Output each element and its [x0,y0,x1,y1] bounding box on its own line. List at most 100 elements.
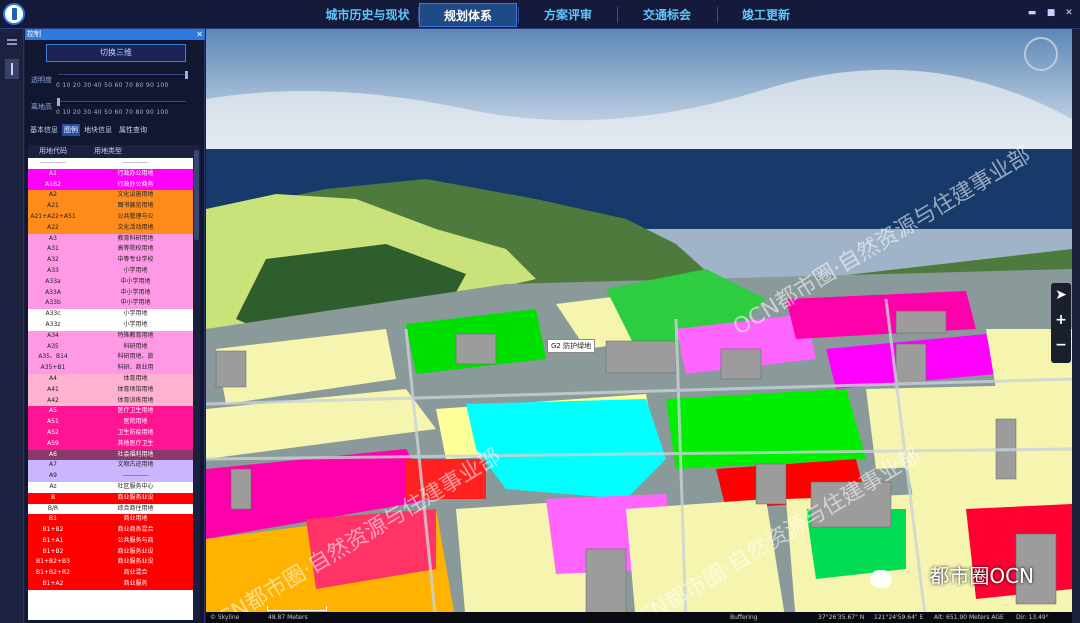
legend-row: B 商业服务业设 [28,492,193,504]
legend-type: 商业服务 [123,580,148,588]
height-slider-handle[interactable] [57,98,60,106]
legend-scroll-thumb[interactable] [194,150,199,240]
opacity-slider[interactable] [58,71,188,79]
legend-row: A6 社会福利用地 [28,449,193,461]
legend-type: 商业用地 [123,515,148,523]
legend-code: A2 [49,191,57,199]
map-parcel-label[interactable]: G2 防护绿地 [547,339,596,353]
legend-type: 商业服务业设 [117,558,154,566]
legend-scrollbar[interactable] [193,145,200,620]
legend-type: 社区服务中心 [117,482,154,490]
legend-code: A5 [49,407,57,415]
legend-code: A1 [49,169,57,177]
legend-type: 医院用地 [123,418,148,426]
minimize-icon[interactable]: ▬ [1026,7,1038,19]
legend-type: 公共服务与商 [117,536,154,544]
legend-row: A33A 中小学用地 [28,287,193,299]
legend-type: 医疗卫生用地 [117,407,154,415]
legend-row: B1+B2+B3 商业服务业设 [28,557,193,569]
legend-type: 教育科研用地 [117,234,154,242]
right-edge [1072,29,1080,623]
legend-type: 文化设施用地 [117,191,154,199]
height-slider[interactable] [57,98,186,106]
scale-bar [267,606,327,611]
legend-type: 商业商务混合 [117,526,154,534]
parcel-name: 防护绿地 [563,342,592,350]
legend-row: B1 商业用地 [28,514,193,526]
height-label: 离地高 [31,103,52,111]
map-viewport[interactable]: OCN都市圈·自然资源与住建事业部 OCN都市圈·自然资源与住建事业部 OCN都… [206,29,1072,623]
top-nav-bar: 城市历史与现状 规划体系 方案评审 交通标会 竣工更新 ▬ ■ ✕ [0,0,1080,29]
legend-row: A4 体育用地 [28,373,193,385]
legend-code: A33a [45,277,61,285]
legend-row: B1+B2 商业服务业设 [28,546,193,558]
tab-plan-review[interactable]: 方案评审 [520,3,616,27]
legend-row: A33z 小学用地 [28,319,193,331]
toggle-3d-button[interactable]: 切换三维 [46,44,186,62]
legend-row: A35+B1 科研、商业用 [28,363,193,374]
menu-icon[interactable] [5,35,19,49]
tab-planning-system[interactable]: 规划体系 [419,3,517,27]
legend-type: 小学用地 [123,310,148,318]
legend-row: A52 卫生防疫用地 [28,427,193,439]
legend-code: A1B2 [45,180,61,188]
zoom-control: ➤ + − [1051,283,1071,363]
legend-code: A33z [45,320,61,328]
legend-rows: ------------ ------------ A1 行政办公用地 A1B2 行政办公… [28,158,193,590]
legend-code: A22 [47,223,59,231]
opacity-slider-handle[interactable] [185,71,188,79]
tab-completion-update[interactable]: 竣工更新 [718,3,814,27]
legend-row: A31 高等院校用地 [28,244,193,256]
app-logo-icon [3,3,25,25]
legend-code: B1+B2 [42,526,64,534]
compass-icon[interactable] [1024,37,1058,71]
legend-row: A3 教育科研用地 [28,233,193,245]
legend-type: 科研用地 [123,342,148,350]
legend-row: A22 文化活动用地 [28,222,193,234]
legend-code: A3 [49,234,57,242]
legend-type: 行政办公用地 [117,169,154,177]
legend-type: 小学用地 [123,320,148,328]
scale-text: 48.87 Meters [268,614,308,621]
status-longitude: 121°24'59.64" E [874,614,924,621]
legend-type: 科研用地、旅 [117,353,154,361]
tab-attribute-query[interactable]: 属性查询 [116,124,150,136]
tab-parcel-info[interactable]: 地块信息 [81,124,115,136]
legend-type: 卫生防疫用地 [117,428,154,436]
panel-header: 控制 ✕ [25,29,205,40]
legend-type: 商业混合 [123,569,148,577]
left-tool-strip [0,29,24,623]
legend-row: A33a 中小学用地 [28,276,193,288]
legend-type: 行政办公商务 [117,180,154,188]
zoom-out-button[interactable]: − [1051,333,1071,358]
zoom-in-button[interactable]: + [1051,308,1071,333]
legend-type: 中小学用地 [120,288,151,296]
legend-type: 小学用地 [123,266,148,274]
tab-city-history[interactable]: 城市历史与现状 [320,3,415,27]
maximize-icon[interactable]: ■ [1045,7,1057,19]
brand-text: 都市圈OCN [929,564,1034,588]
legend-code: A51 [47,418,59,426]
status-buffering: Buffering [730,614,758,621]
opacity-ticks: 0 10 20 30 40 50 60 70 80 90 100 [56,82,169,89]
legend-code: B1+A2 [42,580,64,588]
legend-row: A41 体育场馆用地 [28,384,193,396]
tab-traffic[interactable]: 交通标会 [618,3,716,27]
legend-code: A4 [49,374,57,382]
close-icon[interactable]: ✕ [1063,7,1075,19]
legend-row: A7 文物古迹用地 [28,460,193,472]
panel-tabs: 基本信息 图例 地块信息 属性查询 [25,124,203,138]
tab-legend[interactable]: 图例 [62,124,80,136]
layer-toggle-icon[interactable] [5,59,19,79]
legend-code: A52 [47,428,59,436]
legend-code: A34 [47,331,59,339]
legend-row: ------------ ------------ [28,158,193,169]
control-panel: 控制 ✕ 切换三维 透明度 0 10 20 30 40 50 60 70 80 … [25,29,205,623]
panel-close-icon[interactable]: ✕ [196,29,203,40]
legend-code: A31 [47,245,59,253]
tab-basic-info[interactable]: 基本信息 [27,124,61,136]
legend-type: 商业服务业设 [117,547,154,555]
navigate-icon[interactable]: ➤ [1051,283,1071,308]
legend-type: 其他医疗卫生 [117,439,154,447]
status-latitude: 37°26'35.67" N [818,614,865,621]
